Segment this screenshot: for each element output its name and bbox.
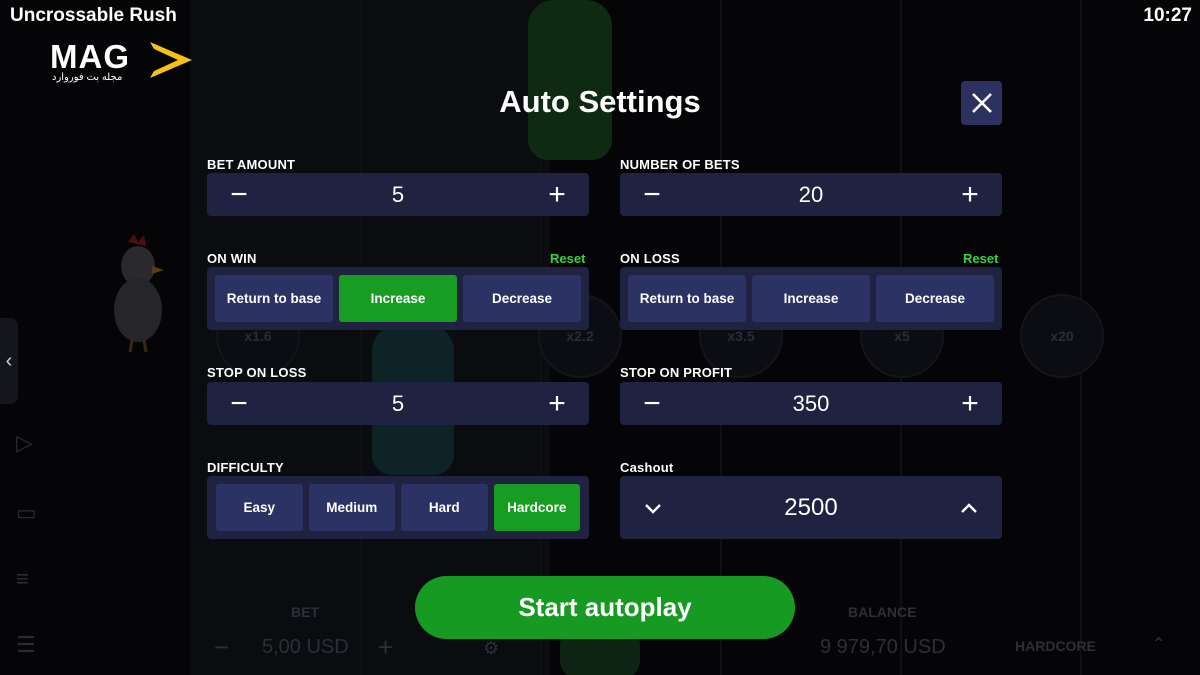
logo-text: MAG bbox=[50, 38, 130, 75]
cashout-stepper: 2500 bbox=[620, 476, 1002, 539]
stop-on-loss-stepper: − 5 + bbox=[207, 382, 589, 425]
stop-on-profit-stepper: − 350 + bbox=[620, 382, 1002, 425]
stop-on-profit-label: STOP ON PROFIT bbox=[620, 365, 733, 380]
bet-amount-stepper: − 5 + bbox=[207, 173, 589, 216]
balance-value: 9 979,70 USD bbox=[820, 636, 946, 658]
difficulty-medium-button[interactable]: Medium bbox=[308, 484, 395, 531]
number-of-bets-stepper: − 20 + bbox=[620, 173, 1002, 216]
difficulty-hard-button[interactable]: Hard bbox=[401, 484, 488, 531]
stop-on-loss-decrease-button[interactable]: − bbox=[207, 382, 271, 425]
close-icon bbox=[971, 93, 992, 113]
number-of-bets-increase-button[interactable]: + bbox=[938, 173, 1002, 216]
car bbox=[528, 0, 612, 160]
logo-subtitle: مجله بت فوروارد bbox=[52, 72, 123, 83]
difficulty-select-value: HARDCORE bbox=[1015, 638, 1096, 654]
close-button[interactable] bbox=[961, 81, 1002, 125]
on-win-options: Return to base Increase Decrease bbox=[207, 267, 589, 330]
bet-label: BET bbox=[291, 604, 319, 620]
menu-icon: ☰ bbox=[16, 632, 36, 657]
play-icon: ▷ bbox=[16, 430, 33, 455]
bet-amount-label: BET AMOUNT bbox=[207, 157, 296, 172]
cashout-value[interactable]: 2500 bbox=[686, 494, 936, 522]
stop-on-profit-decrease-button[interactable]: − bbox=[620, 382, 684, 425]
stop-on-loss-value[interactable]: 5 bbox=[271, 391, 525, 417]
balance-label: BALANCE bbox=[848, 604, 917, 620]
on-loss-options: Return to base Increase Decrease bbox=[620, 267, 1002, 330]
on-win-reset-link[interactable]: Reset bbox=[550, 251, 585, 266]
on-loss-return-to-base-button[interactable]: Return to base bbox=[628, 275, 746, 322]
app-title: Uncrossable Rush bbox=[10, 5, 177, 26]
chicken-character bbox=[114, 234, 164, 352]
stop-on-loss-increase-button[interactable]: + bbox=[525, 382, 589, 425]
chevron-up-icon: ⌃ bbox=[1152, 636, 1166, 653]
number-of-bets-value[interactable]: 20 bbox=[684, 182, 938, 208]
bet-minus-icon: − bbox=[214, 632, 230, 662]
document-icon: ▭ bbox=[16, 500, 37, 525]
chevron-up-icon bbox=[961, 502, 977, 513]
side-panel-toggle[interactable]: ‹ bbox=[0, 318, 18, 404]
difficulty-options: Easy Medium Hard Hardcore bbox=[207, 476, 589, 539]
list-icon: ≡ bbox=[16, 566, 29, 591]
on-win-return-to-base-button[interactable]: Return to base bbox=[215, 275, 333, 322]
on-win-increase-button[interactable]: Increase bbox=[339, 275, 457, 322]
bet-amount-increase-button[interactable]: + bbox=[525, 173, 589, 216]
on-win-label: ON WIN bbox=[207, 251, 257, 266]
start-autoplay-button[interactable]: Start autoplay bbox=[415, 576, 795, 639]
stop-on-loss-label: STOP ON LOSS bbox=[207, 365, 307, 380]
on-loss-label: ON LOSS bbox=[620, 251, 680, 266]
difficulty-label: DIFFICULTY bbox=[207, 460, 284, 475]
number-of-bets-label: NUMBER OF BETS bbox=[620, 157, 740, 172]
on-loss-decrease-button[interactable]: Decrease bbox=[876, 275, 994, 322]
watermark-logo: MAG مجله بت فوروارد bbox=[50, 38, 198, 86]
number-of-bets-decrease-button[interactable]: − bbox=[620, 173, 684, 216]
difficulty-easy-button[interactable]: Easy bbox=[216, 484, 303, 531]
bet-plus-icon: + bbox=[378, 632, 394, 662]
on-loss-reset-link[interactable]: Reset bbox=[963, 251, 998, 266]
chevron-down-icon bbox=[645, 503, 661, 514]
chevron-left-icon: ‹ bbox=[5, 349, 13, 372]
settings-icon: ⚙ bbox=[483, 638, 500, 658]
status-clock: 10:27 bbox=[1143, 5, 1192, 26]
on-loss-increase-button[interactable]: Increase bbox=[752, 275, 870, 322]
stop-on-profit-increase-button[interactable]: + bbox=[938, 382, 1002, 425]
modal-title: Auto Settings bbox=[499, 84, 701, 119]
cashout-increase-button[interactable] bbox=[936, 476, 1002, 539]
cashout-label: Cashout bbox=[620, 460, 674, 475]
logo-arrow-icon bbox=[150, 42, 192, 78]
bet-value: 5,00 USD bbox=[262, 636, 349, 658]
multiplier-circle: x20 bbox=[1020, 294, 1104, 378]
difficulty-hardcore-button[interactable]: Hardcore bbox=[493, 484, 580, 531]
on-win-decrease-button[interactable]: Decrease bbox=[463, 275, 581, 322]
bet-amount-decrease-button[interactable]: − bbox=[207, 173, 271, 216]
cashout-decrease-button[interactable] bbox=[620, 476, 686, 539]
bet-amount-value[interactable]: 5 bbox=[271, 182, 525, 208]
stop-on-profit-value[interactable]: 350 bbox=[684, 391, 938, 417]
